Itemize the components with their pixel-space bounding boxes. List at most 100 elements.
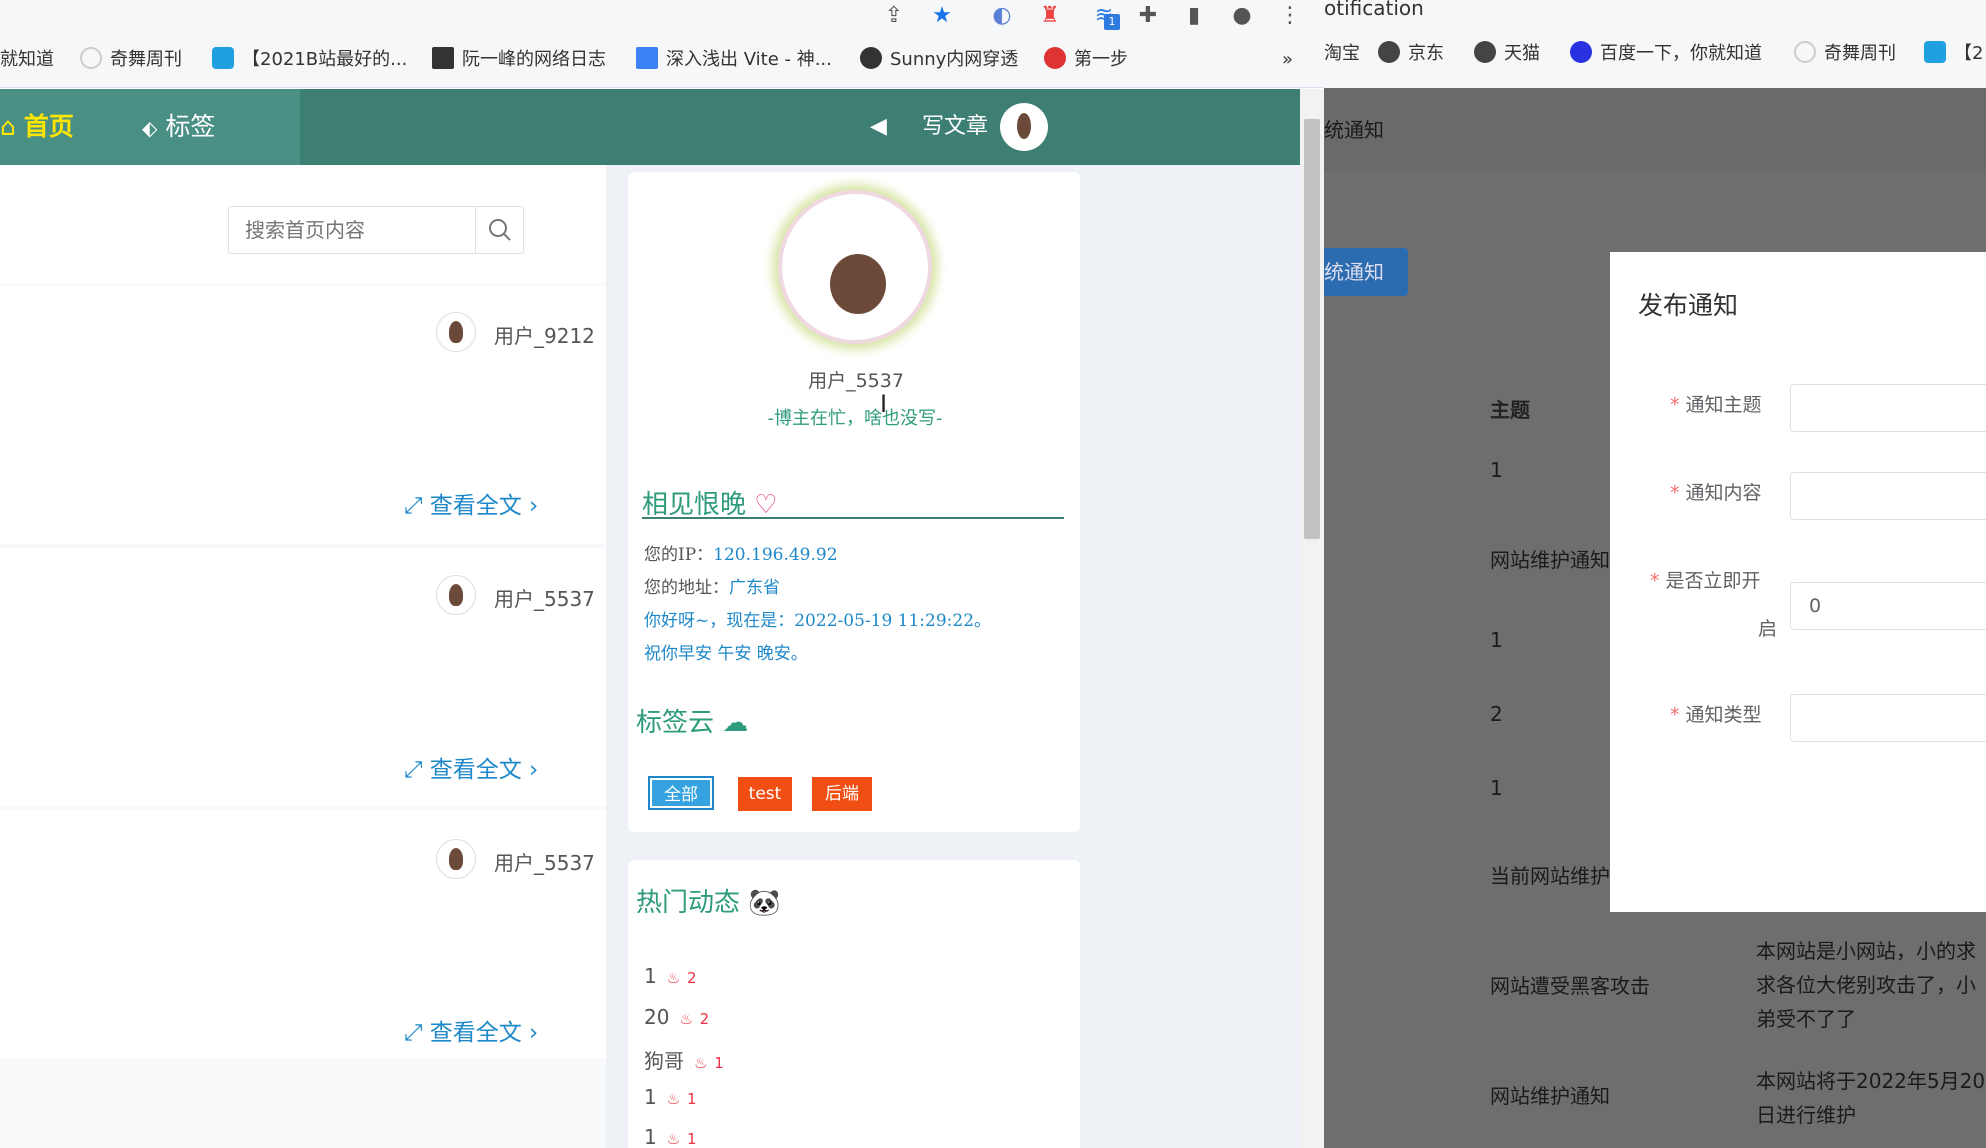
profile-name: 用户_5537 bbox=[808, 370, 904, 392]
bookmark-item[interactable]: 奇舞周刊 bbox=[1794, 40, 1896, 68]
hot-item[interactable]: 狗哥 ♨ 1 bbox=[644, 1045, 724, 1074]
right-toolbar: otification 淘宝 京东 天猫 百度一下，你就知道 奇舞周刊 【2 bbox=[1324, 0, 1986, 88]
tab-title[interactable]: otification bbox=[1324, 0, 1424, 20]
search-box bbox=[228, 206, 524, 254]
nav-tags[interactable]: ⬖ 标签 bbox=[142, 111, 215, 144]
fire-icon: ♨ bbox=[679, 1010, 698, 1028]
profile-avatar[interactable] bbox=[778, 190, 932, 344]
extension-3-icon[interactable]: ≋1 bbox=[1090, 2, 1120, 30]
hot-item[interactable]: 1 ♨ 1 bbox=[644, 1125, 697, 1148]
search-button[interactable] bbox=[475, 207, 523, 253]
bookmark-item[interactable]: 天猫 bbox=[1474, 40, 1540, 68]
globe-icon bbox=[1378, 41, 1400, 63]
avatar[interactable] bbox=[436, 839, 476, 879]
address-line: 您的地址：广东省 bbox=[644, 578, 780, 598]
tag-backend[interactable]: 后端 bbox=[812, 777, 872, 811]
bilibili-icon bbox=[1924, 41, 1946, 63]
search-input[interactable] bbox=[229, 207, 475, 253]
hot-item[interactable]: 20 ♨ 2 bbox=[644, 1005, 709, 1029]
hot-title: 热门动态 🐼 bbox=[636, 888, 781, 918]
bookmark-item[interactable]: 【2 bbox=[1924, 40, 1983, 68]
notification-subject-input[interactable] bbox=[1790, 384, 1986, 432]
bookmark-item[interactable]: 第一步 bbox=[1044, 46, 1128, 74]
profile-icon[interactable]: ● bbox=[1228, 2, 1256, 30]
field-label: * 通知类型 bbox=[1670, 704, 1762, 726]
extension-badge: 1 bbox=[1104, 14, 1120, 30]
expand-icon: ⤢ bbox=[404, 493, 423, 519]
bookmark-item[interactable]: 百度一下，你就知道 bbox=[1570, 40, 1762, 68]
panda-icon: 🐼 bbox=[748, 888, 781, 918]
nav-avatar[interactable] bbox=[1000, 103, 1048, 151]
globe-icon bbox=[1474, 41, 1496, 63]
publish-now-input[interactable]: 0 bbox=[1790, 582, 1986, 630]
bookmark-item[interactable]: 淘宝 bbox=[1324, 40, 1360, 68]
bookmark-item[interactable]: 深入浅出 Vite - 神... bbox=[636, 46, 832, 74]
read-more-link[interactable]: ⤢ 查看全文 › bbox=[404, 1013, 538, 1047]
bookmark-favicon bbox=[80, 47, 102, 69]
bookmark-item[interactable]: Sunny内网穿透 bbox=[860, 46, 1018, 74]
tag-all[interactable]: 全部 bbox=[648, 776, 714, 810]
expand-icon: ⤢ bbox=[404, 757, 423, 783]
menu-icon[interactable]: ⋮ bbox=[1276, 2, 1304, 30]
table-cell: 2 bbox=[1490, 702, 1503, 726]
home-icon: ⌂ bbox=[0, 112, 16, 141]
tag-test[interactable]: test bbox=[738, 777, 792, 811]
ip-line: 您的IP：120.196.49.92 bbox=[644, 545, 838, 565]
hot-item[interactable]: 1 ♨ 1 bbox=[644, 1085, 697, 1109]
table-header-subject: 主题 bbox=[1490, 398, 1530, 422]
bookmarks-bar: 就知道 奇舞周刊 【2021B站最好的... 阮一峰的网络日志 深入浅出 Vit… bbox=[0, 32, 1324, 88]
field-label: * 通知内容 bbox=[1670, 482, 1762, 504]
bookmark-item[interactable]: 京东 bbox=[1378, 40, 1444, 68]
bookmarks-overflow[interactable]: » bbox=[1282, 46, 1293, 74]
puzzle-icon[interactable]: ✚ bbox=[1134, 2, 1162, 30]
notification-content-input[interactable] bbox=[1790, 472, 1986, 520]
scrollbar-thumb[interactable] bbox=[1304, 119, 1320, 539]
scrollbar[interactable] bbox=[1300, 89, 1324, 1148]
heart-icon: ♡ bbox=[754, 490, 778, 520]
left-browser-window: ⇪ ★ ◐ ♜ ≋1 ✚ ▮ ● ⋮ 就知道 奇舞周刊 【2021B站最好的..… bbox=[0, 0, 1324, 1148]
table-cell: 1 bbox=[1490, 628, 1503, 652]
expand-icon: ⤢ bbox=[404, 1020, 423, 1046]
table-cell-content: 本网站是小网站，小的求求各位大佬别攻击了，小弟受不了了 bbox=[1756, 939, 1976, 1031]
table-cell: 1 bbox=[1490, 776, 1503, 800]
fire-icon: ♨ bbox=[666, 969, 685, 987]
table-cell: 当前网站维护 bbox=[1490, 864, 1610, 888]
write-article-link[interactable]: 写文章 bbox=[922, 111, 988, 143]
extension-1-icon[interactable]: ◐ bbox=[988, 2, 1016, 30]
section-title: 相见恨晚 ♡ bbox=[642, 490, 778, 520]
profile-motto: -博主在忙，啥也没写- bbox=[767, 408, 943, 429]
post-author[interactable]: 用户_5537 bbox=[494, 847, 595, 876]
post-author[interactable]: 用户_9212 bbox=[494, 320, 595, 349]
avatar[interactable] bbox=[436, 312, 476, 352]
blog-icon bbox=[432, 47, 454, 69]
field-label: * 通知主题 bbox=[1670, 394, 1762, 416]
text-cursor-icon: I bbox=[880, 390, 888, 418]
tag-cloud-title: 标签云 ☁ bbox=[636, 708, 749, 738]
star-icon[interactable]: ★ bbox=[928, 2, 956, 30]
notification-type-input[interactable] bbox=[1790, 694, 1986, 742]
dialog-title: 发布通知 bbox=[1638, 291, 1739, 320]
megaphone-icon[interactable]: ◀ bbox=[870, 111, 887, 143]
bookmark-item[interactable]: 奇舞周刊 bbox=[80, 46, 182, 74]
nav-home[interactable]: ⌂ 首页 bbox=[0, 111, 74, 143]
read-more-link[interactable]: ⤢ 查看全文 › bbox=[404, 486, 538, 520]
page-title: 统通知 bbox=[1324, 118, 1384, 142]
bookmark-item[interactable]: 【2021B站最好的... bbox=[212, 46, 407, 74]
extension-2-icon[interactable]: ♜ bbox=[1036, 2, 1064, 30]
field-label: 启 bbox=[1758, 618, 1778, 640]
hot-item[interactable]: 1 ♨ 2 bbox=[644, 964, 697, 988]
search-icon bbox=[489, 219, 511, 241]
globe-icon bbox=[860, 47, 882, 69]
read-more-link[interactable]: ⤢ 查看全文 › bbox=[404, 750, 538, 784]
avatar[interactable] bbox=[436, 575, 476, 615]
site-navbar: ⌂ 首页 ⬖ 标签 ◀ 写文章 bbox=[0, 89, 1300, 165]
post-author[interactable]: 用户_5537 bbox=[494, 583, 595, 612]
add-notification-button[interactable]: 统通知 bbox=[1324, 248, 1408, 296]
fire-icon: ♨ bbox=[694, 1054, 713, 1072]
share-icon[interactable]: ⇪ bbox=[880, 2, 908, 30]
fire-icon: ♨ bbox=[666, 1130, 685, 1148]
bookmark-item[interactable]: 阮一峰的网络日志 bbox=[432, 46, 606, 74]
publish-notification-dialog: 发布通知 * 通知主题 * 通知内容 * 是否立即开 启 0 * 通知类型 bbox=[1610, 252, 1986, 912]
sidepanel-icon[interactable]: ▮ bbox=[1180, 2, 1208, 30]
bookmark-item[interactable]: 就知道 bbox=[0, 46, 54, 74]
